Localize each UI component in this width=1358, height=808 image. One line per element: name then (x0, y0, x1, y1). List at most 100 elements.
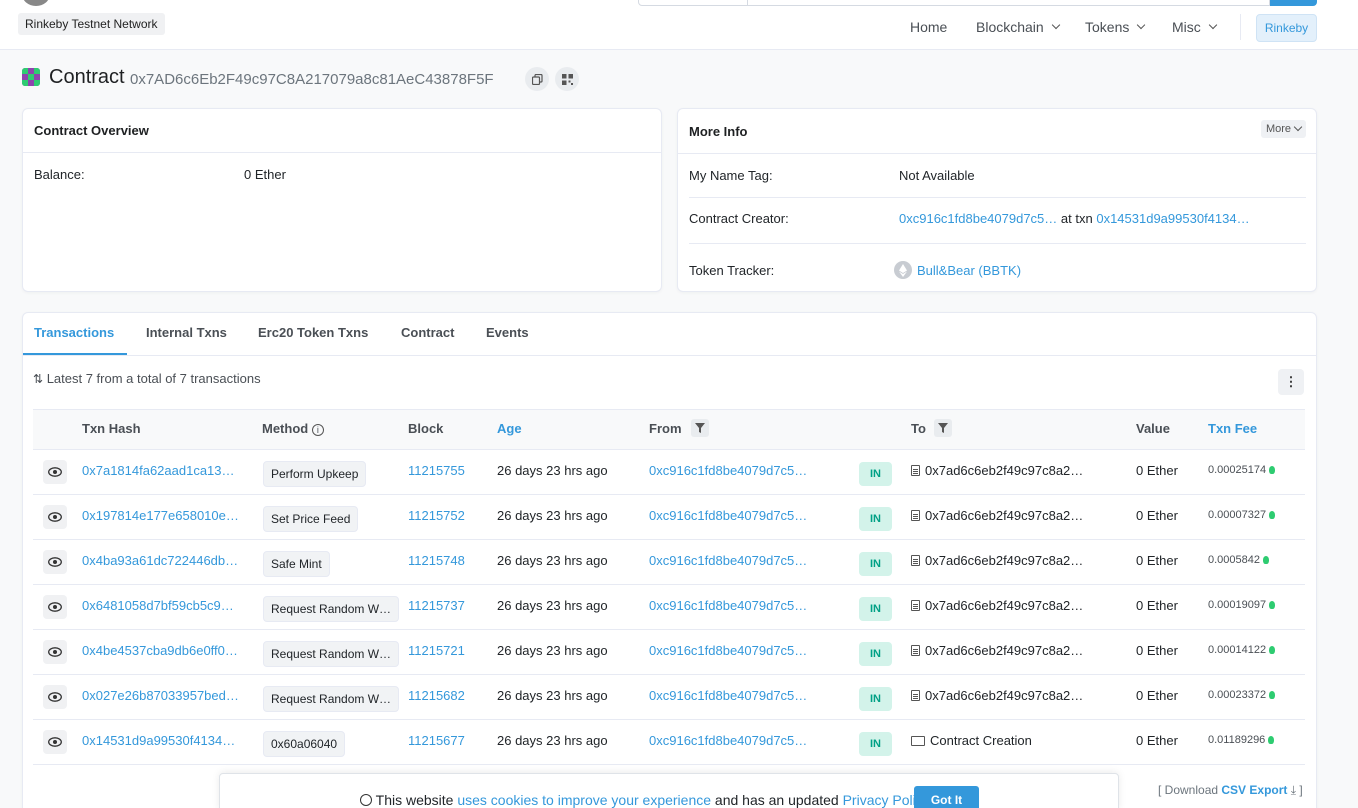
nav-home[interactable]: Home (910, 19, 947, 35)
age-value: 26 days 23 hrs ago (497, 553, 608, 568)
gas-fee-icon (1269, 646, 1276, 654)
method-badge: Request Random W… (263, 596, 400, 622)
view-details-icon[interactable] (43, 460, 67, 484)
chevron-down-icon (1293, 122, 1303, 132)
method-badge: Request Random W… (263, 686, 400, 712)
txn-hash-link[interactable]: 0x6481058d7bf59cb5c9… (82, 598, 234, 613)
chevron-down-icon (1208, 20, 1218, 30)
col-from: From (649, 421, 682, 436)
tab-transactions[interactable]: Transactions (34, 325, 114, 340)
gas-fee-icon (1269, 691, 1276, 699)
table-row: 0x4be4537cba9db6e0ff0… Request Random W… 1… (33, 630, 1305, 675)
cookie-banner: This website uses cookies to improve you… (219, 773, 1119, 808)
txn-hash-link[interactable]: 0x14531d9a99530f4134… (82, 733, 235, 748)
view-details-icon[interactable] (43, 505, 67, 529)
network-switch-button[interactable]: Rinkeby (1256, 14, 1317, 42)
download-icon: ⤓ (1290, 783, 1297, 797)
to-address[interactable]: 0x7ad6c6eb2f49c97c8a2… (911, 688, 1083, 703)
search-input[interactable] (748, 0, 1270, 6)
from-address-link[interactable]: 0xc916c1fd8be4079d7c5… (649, 598, 807, 613)
creator-txn-link[interactable]: 0x14531d9a99530f4134… (1096, 211, 1249, 226)
tab-internal-txns[interactable]: Internal Txns (146, 325, 227, 340)
block-link[interactable]: 11215737 (408, 598, 465, 613)
qr-code-icon[interactable] (555, 67, 579, 91)
more-options-icon[interactable]: ⋮ (1278, 369, 1304, 395)
to-address[interactable]: 0x7ad6c6eb2f49c97c8a2… (911, 643, 1083, 658)
tab-erc20-token-txns[interactable]: Erc20 Token Txns (258, 325, 368, 340)
from-address-link[interactable]: 0xc916c1fd8be4079d7c5… (649, 643, 807, 658)
txn-hash-link[interactable]: 0x4ba93a61dc722446db… (82, 553, 238, 568)
from-address-link[interactable]: 0xc916c1fd8be4079d7c5… (649, 733, 807, 748)
site-logo[interactable] (22, 0, 50, 6)
col-value: Value (1136, 421, 1170, 436)
col-txn-fee[interactable]: Txn Fee (1208, 421, 1257, 436)
to-address[interactable]: 0x7ad6c6eb2f49c97c8a2… (911, 598, 1083, 613)
table-row: 0x4ba93a61dc722446db… Safe Mint 11215748 26… (33, 540, 1305, 585)
balance-label: Balance: (34, 167, 85, 182)
txn-hash-link[interactable]: 0x027e26b87033957bed… (82, 688, 239, 703)
filter-icon[interactable] (691, 419, 709, 437)
block-link[interactable]: 11215755 (408, 463, 465, 478)
txn-hash-link[interactable]: 0x197814e177e658010e… (82, 508, 239, 523)
csv-export-link[interactable]: CSV Export (1221, 783, 1287, 797)
method-badge: Perform Upkeep (263, 461, 367, 487)
from-address-link[interactable]: 0xc916c1fd8be4079d7c5… (649, 463, 807, 478)
contract-file-icon (911, 465, 920, 476)
to-address[interactable]: 0x7ad6c6eb2f49c97c8a2… (911, 463, 1083, 478)
method-badge: Safe Mint (263, 551, 330, 577)
cookie-icon (360, 794, 372, 806)
creator-at-label: at txn (1060, 211, 1093, 226)
col-age[interactable]: Age (497, 421, 522, 436)
cookie-policy-link[interactable]: uses cookies to improve your experience (457, 792, 711, 808)
nav-blockchain[interactable]: Blockchain (976, 19, 1060, 35)
table-row: 0x197814e177e658010e… Set Price Feed 11215… (33, 495, 1305, 540)
to-address[interactable]: 0x7ad6c6eb2f49c97c8a2… (911, 508, 1083, 523)
search-button[interactable] (1270, 0, 1317, 6)
from-address-link[interactable]: 0xc916c1fd8be4079d7c5… (649, 688, 807, 703)
txn-fee-value: 0.00019097 (1208, 599, 1276, 611)
creator-address-link[interactable]: 0xc916c1fd8be4079d7c5… (899, 211, 1057, 226)
search-filter-select[interactable] (638, 0, 748, 6)
view-details-icon[interactable] (43, 730, 67, 754)
tab-contract[interactable]: Contract (401, 325, 454, 340)
age-value: 26 days 23 hrs ago (497, 643, 608, 658)
from-address-link[interactable]: 0xc916c1fd8be4079d7c5… (649, 508, 807, 523)
contract-overview-card: Contract Overview Balance: 0 Ether (22, 108, 662, 292)
to-address[interactable]: 0x7ad6c6eb2f49c97c8a2… (911, 553, 1083, 568)
nav-divider (1240, 14, 1241, 40)
token-tracker-link[interactable]: Bull&Bear (BBTK) (894, 261, 1021, 279)
tab-events[interactable]: Events (486, 325, 529, 340)
copy-icon[interactable] (525, 67, 549, 91)
block-link[interactable]: 11215677 (408, 733, 465, 748)
info-icon[interactable]: i (311, 424, 324, 436)
value-amount: 0 Ether (1136, 688, 1178, 703)
view-details-icon[interactable] (43, 685, 67, 709)
contract-file-icon (911, 555, 920, 566)
filter-icon[interactable] (934, 419, 952, 437)
block-link[interactable]: 11215721 (408, 643, 465, 658)
method-badge: Set Price Feed (263, 506, 359, 532)
col-txn-hash: Txn Hash (82, 421, 141, 436)
contract-file-icon (911, 645, 920, 656)
nav-misc[interactable]: Misc (1172, 19, 1218, 35)
top-header: Rinkeby Testnet Network Home Blockchain … (0, 0, 1358, 50)
block-link[interactable]: 11215682 (408, 688, 465, 703)
to-address[interactable]: Contract Creation (911, 733, 1032, 748)
page-title: Contract (49, 66, 125, 88)
view-details-icon[interactable] (43, 550, 67, 574)
value-amount: 0 Ether (1136, 733, 1178, 748)
age-value: 26 days 23 hrs ago (497, 508, 608, 523)
age-value: 26 days 23 hrs ago (497, 463, 608, 478)
creator-label: Contract Creator: (689, 211, 789, 226)
gas-fee-icon (1269, 466, 1276, 474)
block-link[interactable]: 11215752 (408, 508, 465, 523)
view-details-icon[interactable] (43, 595, 67, 619)
view-details-icon[interactable] (43, 640, 67, 664)
nav-tokens[interactable]: Tokens (1085, 19, 1146, 35)
block-link[interactable]: 11215748 (408, 553, 465, 568)
more-dropdown-button[interactable]: More (1260, 120, 1306, 138)
txn-hash-link[interactable]: 0x4be4537cba9db6e0ff0… (82, 643, 238, 658)
txn-hash-link[interactable]: 0x7a1814fa62aad1ca13… (82, 463, 235, 478)
got-it-button[interactable]: Got It (914, 786, 979, 808)
from-address-link[interactable]: 0xc916c1fd8be4079d7c5… (649, 553, 807, 568)
